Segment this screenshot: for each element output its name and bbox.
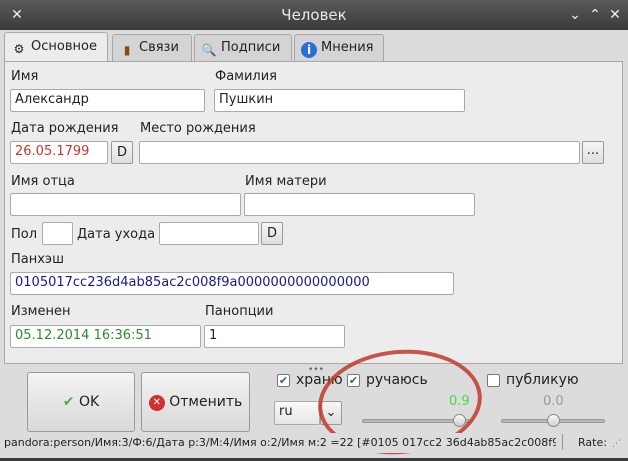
cancel-icon: ✕ — [148, 395, 165, 411]
rate-label: Rate: — [578, 436, 607, 449]
birth-place-browse-button[interactable]: ... — [582, 141, 604, 164]
birth-date-field[interactable]: 26.05.1799 — [10, 141, 108, 164]
panoptions-label: Паноп­ции — [205, 304, 274, 319]
modified-label: Изменен — [11, 304, 71, 319]
death-date-label: Дата ухода — [77, 227, 156, 242]
gender-label: Пол — [11, 227, 38, 242]
father-name-label: Имя отца — [11, 174, 75, 189]
panhash-label: Панхэш — [11, 252, 64, 267]
birth-place-field[interactable] — [139, 141, 580, 164]
status-text: pandora:person/Имя:3/Ф:6/Дата р:3/М:4/Им… — [4, 436, 556, 449]
birth-date-picker-button[interactable]: D — [111, 141, 133, 164]
modified-field[interactable]: 05.12.2014 16:36:51 — [10, 325, 201, 348]
tab-links[interactable]: ▮ Связи — [112, 34, 192, 62]
close-icon[interactable]: ✕ — [606, 6, 624, 24]
first-name-label: Имя — [11, 69, 39, 84]
keep-checkbox[interactable]: ✔ — [277, 374, 290, 387]
cancel-button[interactable]: ✕ Отменить — [141, 372, 250, 432]
death-date-picker-button[interactable]: D — [261, 222, 283, 245]
window-title: Человек — [281, 6, 347, 24]
resize-grip-icon[interactable]: ⋰ — [612, 439, 621, 449]
title-bar[interactable]: ✕ Человек ⌄ ⌃ ✕ — [0, 0, 628, 30]
info-icon: i — [301, 42, 317, 58]
publish-label: публикую — [506, 372, 579, 388]
father-name-field[interactable] — [10, 193, 241, 216]
minimize-icon[interactable]: ⌄ — [566, 6, 584, 24]
gender-field[interactable] — [42, 222, 73, 245]
tab-signatures[interactable]: 🔍 Подписи — [194, 34, 292, 62]
death-date-field[interactable] — [159, 222, 259, 245]
mother-name-label: Имя матери — [245, 174, 327, 189]
language-select[interactable]: ru — [274, 401, 320, 425]
publish-level-slider-thumb[interactable] — [547, 414, 560, 427]
panhash-field[interactable]: 0105017cc236d4ab85ac2c008f9a000000000000… — [10, 272, 454, 295]
status-bar: pandora:person/Имя:3/Ф:6/Дата р:3/М:4/Им… — [0, 433, 628, 453]
tab-main[interactable]: ⚙ Основное — [4, 32, 108, 62]
last-name-field[interactable]: Пушкин — [214, 89, 465, 112]
last-name-label: Фамилия — [215, 69, 277, 84]
gear-icon: ⚙ — [13, 42, 25, 56]
ok-button[interactable]: ✔ OK — [27, 372, 135, 432]
status-divider — [562, 434, 563, 450]
person-window: ✕ Человек ⌄ ⌃ ✕ ⚙ Основное ▮ Связи 🔍 Подпис… — [0, 0, 628, 461]
mother-name-field[interactable] — [244, 193, 475, 216]
first-name-field[interactable]: Александр — [10, 89, 205, 112]
panoptions-field[interactable]: 1 — [204, 325, 345, 348]
magnifier-icon: 🔍 — [201, 43, 217, 57]
main-tab-panel: Имя Александр Фамилия Пушкин Дата рожден… — [4, 61, 623, 364]
checkmark-icon: ✔ — [62, 394, 75, 410]
publish-level-value: 0.0 — [543, 394, 564, 409]
publish-checkbox[interactable] — [487, 374, 500, 387]
book-icon: ▮ — [123, 43, 131, 57]
birth-place-label: Место рождения — [140, 121, 256, 136]
tab-opinions[interactable]: i Мнения — [294, 34, 384, 62]
birth-date-label: Дата рождения — [11, 121, 119, 136]
maximize-icon[interactable]: ⌃ — [586, 6, 604, 24]
